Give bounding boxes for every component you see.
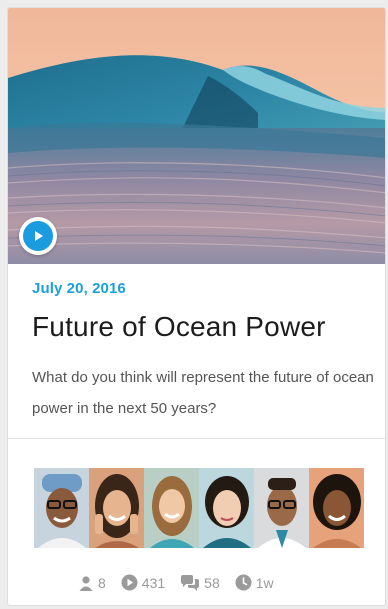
- comments-icon: [181, 574, 200, 591]
- post-stats: 8 431 58 1w: [78, 574, 289, 591]
- plays-count: 431: [141, 574, 166, 591]
- avatar[interactable]: [144, 468, 199, 548]
- participant-avatars: [34, 468, 364, 548]
- avatar[interactable]: [309, 468, 364, 548]
- comments-count: 58: [204, 574, 220, 591]
- play-icon: [23, 221, 53, 251]
- divider: [8, 438, 385, 439]
- clock-icon: [235, 574, 252, 591]
- play-button[interactable]: [19, 217, 57, 255]
- avatar[interactable]: [34, 468, 89, 548]
- post-title[interactable]: Future of Ocean Power: [32, 310, 373, 344]
- hero-image[interactable]: [8, 8, 385, 264]
- members-count: 8: [98, 574, 106, 591]
- card-content: July 20, 2016 Future of Ocean Power What…: [32, 280, 374, 424]
- avatar[interactable]: [89, 468, 144, 548]
- user-icon: [79, 575, 93, 591]
- plays-stat[interactable]: 431: [121, 574, 165, 591]
- comments-stat[interactable]: 58: [180, 574, 220, 591]
- post-date: July 20, 2016: [32, 280, 126, 297]
- avatar[interactable]: [199, 468, 254, 548]
- play-circle-icon: [121, 574, 138, 591]
- post-card[interactable]: July 20, 2016 Future of Ocean Power What…: [7, 7, 386, 606]
- avatar[interactable]: [254, 468, 309, 548]
- members-stat[interactable]: 8: [78, 575, 106, 591]
- age-label: 1w: [255, 574, 274, 591]
- post-description: What do you think will represent the fut…: [32, 369, 374, 417]
- age-stat: 1w: [235, 574, 274, 591]
